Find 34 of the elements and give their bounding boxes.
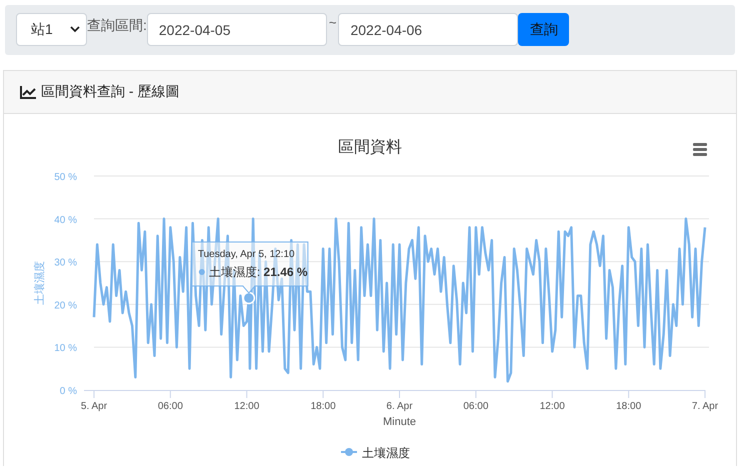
- tooltip-title: Tuesday, Apr 5, 12:10: [198, 249, 295, 260]
- y-tick-label: 20 %: [54, 300, 77, 312]
- range-label: 查詢區間:: [87, 17, 147, 35]
- y-tick-label: 40 %: [54, 214, 77, 226]
- start-date-field[interactable]: 2022-04-05: [146, 13, 327, 46]
- legend-label: 土壤濕度: [362, 446, 410, 460]
- chart-title: 區間資料: [338, 139, 402, 156]
- x-tick-label: 18:00: [310, 401, 336, 412]
- caret-icon: [70, 26, 80, 33]
- end-date-field[interactable]: 2022-04-06: [338, 13, 518, 46]
- tooltip-value: 土壤濕度: 21.46 %: [208, 265, 308, 279]
- highlighted-point: [242, 292, 256, 304]
- query-button[interactable]: 查詢: [518, 13, 570, 46]
- x-tick-label: 12:00: [234, 401, 260, 412]
- y-tick-label: 30 %: [54, 258, 77, 269]
- x-tick-label: 5. Apr: [80, 401, 108, 412]
- x-tick-label: 6. Apr: [386, 401, 413, 412]
- y-tick-label: 50 %: [54, 172, 77, 183]
- x-tick-label: 06:00: [463, 401, 488, 412]
- card-title: 區間資料查詢 - 歷線圖: [41, 83, 180, 101]
- x-tick-label: 06:00: [158, 401, 183, 412]
- x-tick-label: 7. Apr: [692, 401, 718, 412]
- station-select[interactable]: 站1: [16, 13, 87, 46]
- line-chart-icon: [20, 86, 36, 98]
- y-tick-label: 0 %: [60, 386, 77, 397]
- x-tick-label: 18:00: [616, 401, 642, 412]
- y-tick-label: 10 %: [54, 343, 77, 354]
- x-axis-title: Minute: [382, 416, 416, 428]
- menu-icon[interactable]: [693, 143, 707, 156]
- legend-marker-icon: [341, 448, 357, 456]
- series-dot-icon: [198, 269, 205, 275]
- range-separator: ~: [328, 15, 336, 30]
- y-axis-title: 土壤濕度: [34, 261, 46, 305]
- x-tick-label: 12:00: [540, 401, 565, 412]
